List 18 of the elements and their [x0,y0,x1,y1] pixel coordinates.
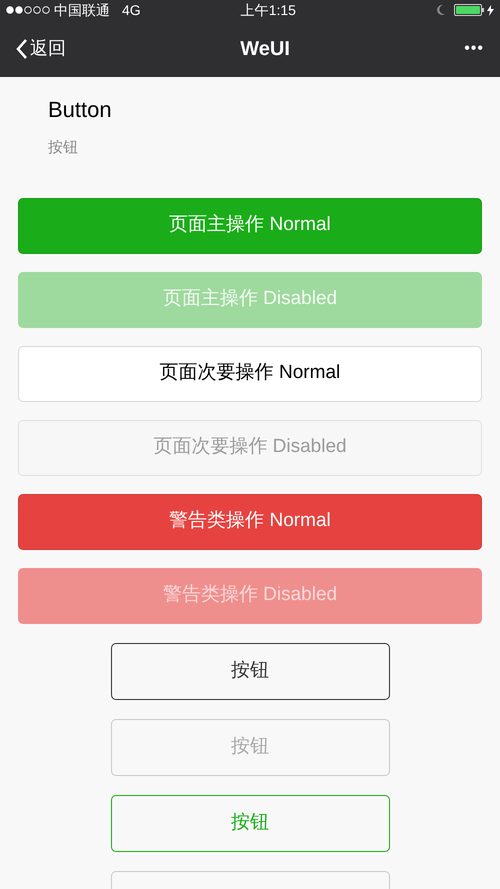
more-button[interactable]: ••• [464,36,484,60]
outline-button[interactable]: 按钮 [110,794,390,852]
page-title: Button [48,96,113,124]
chevron-left-icon [16,38,28,58]
carrier-name: 中国联通 [54,0,110,20]
page-subtitle: 按钮 [48,138,79,158]
window-title: WeUI [240,36,290,62]
action-button[interactable]: 页面主操作 Normal [18,198,482,254]
back-button[interactable]: 返回 [16,35,66,62]
network-type: 4G [122,0,141,20]
outline-button[interactable]: 按钮 [110,642,390,700]
signal-icon [6,6,52,14]
action-button[interactable]: 警告类操作 Normal [18,494,482,550]
charging-icon [487,4,494,16]
moon-icon [436,4,446,16]
action-button[interactable]: 页面次要操作 Normal [18,346,482,402]
battery-icon [454,4,484,16]
status-time: 上午1:15 [240,0,296,20]
